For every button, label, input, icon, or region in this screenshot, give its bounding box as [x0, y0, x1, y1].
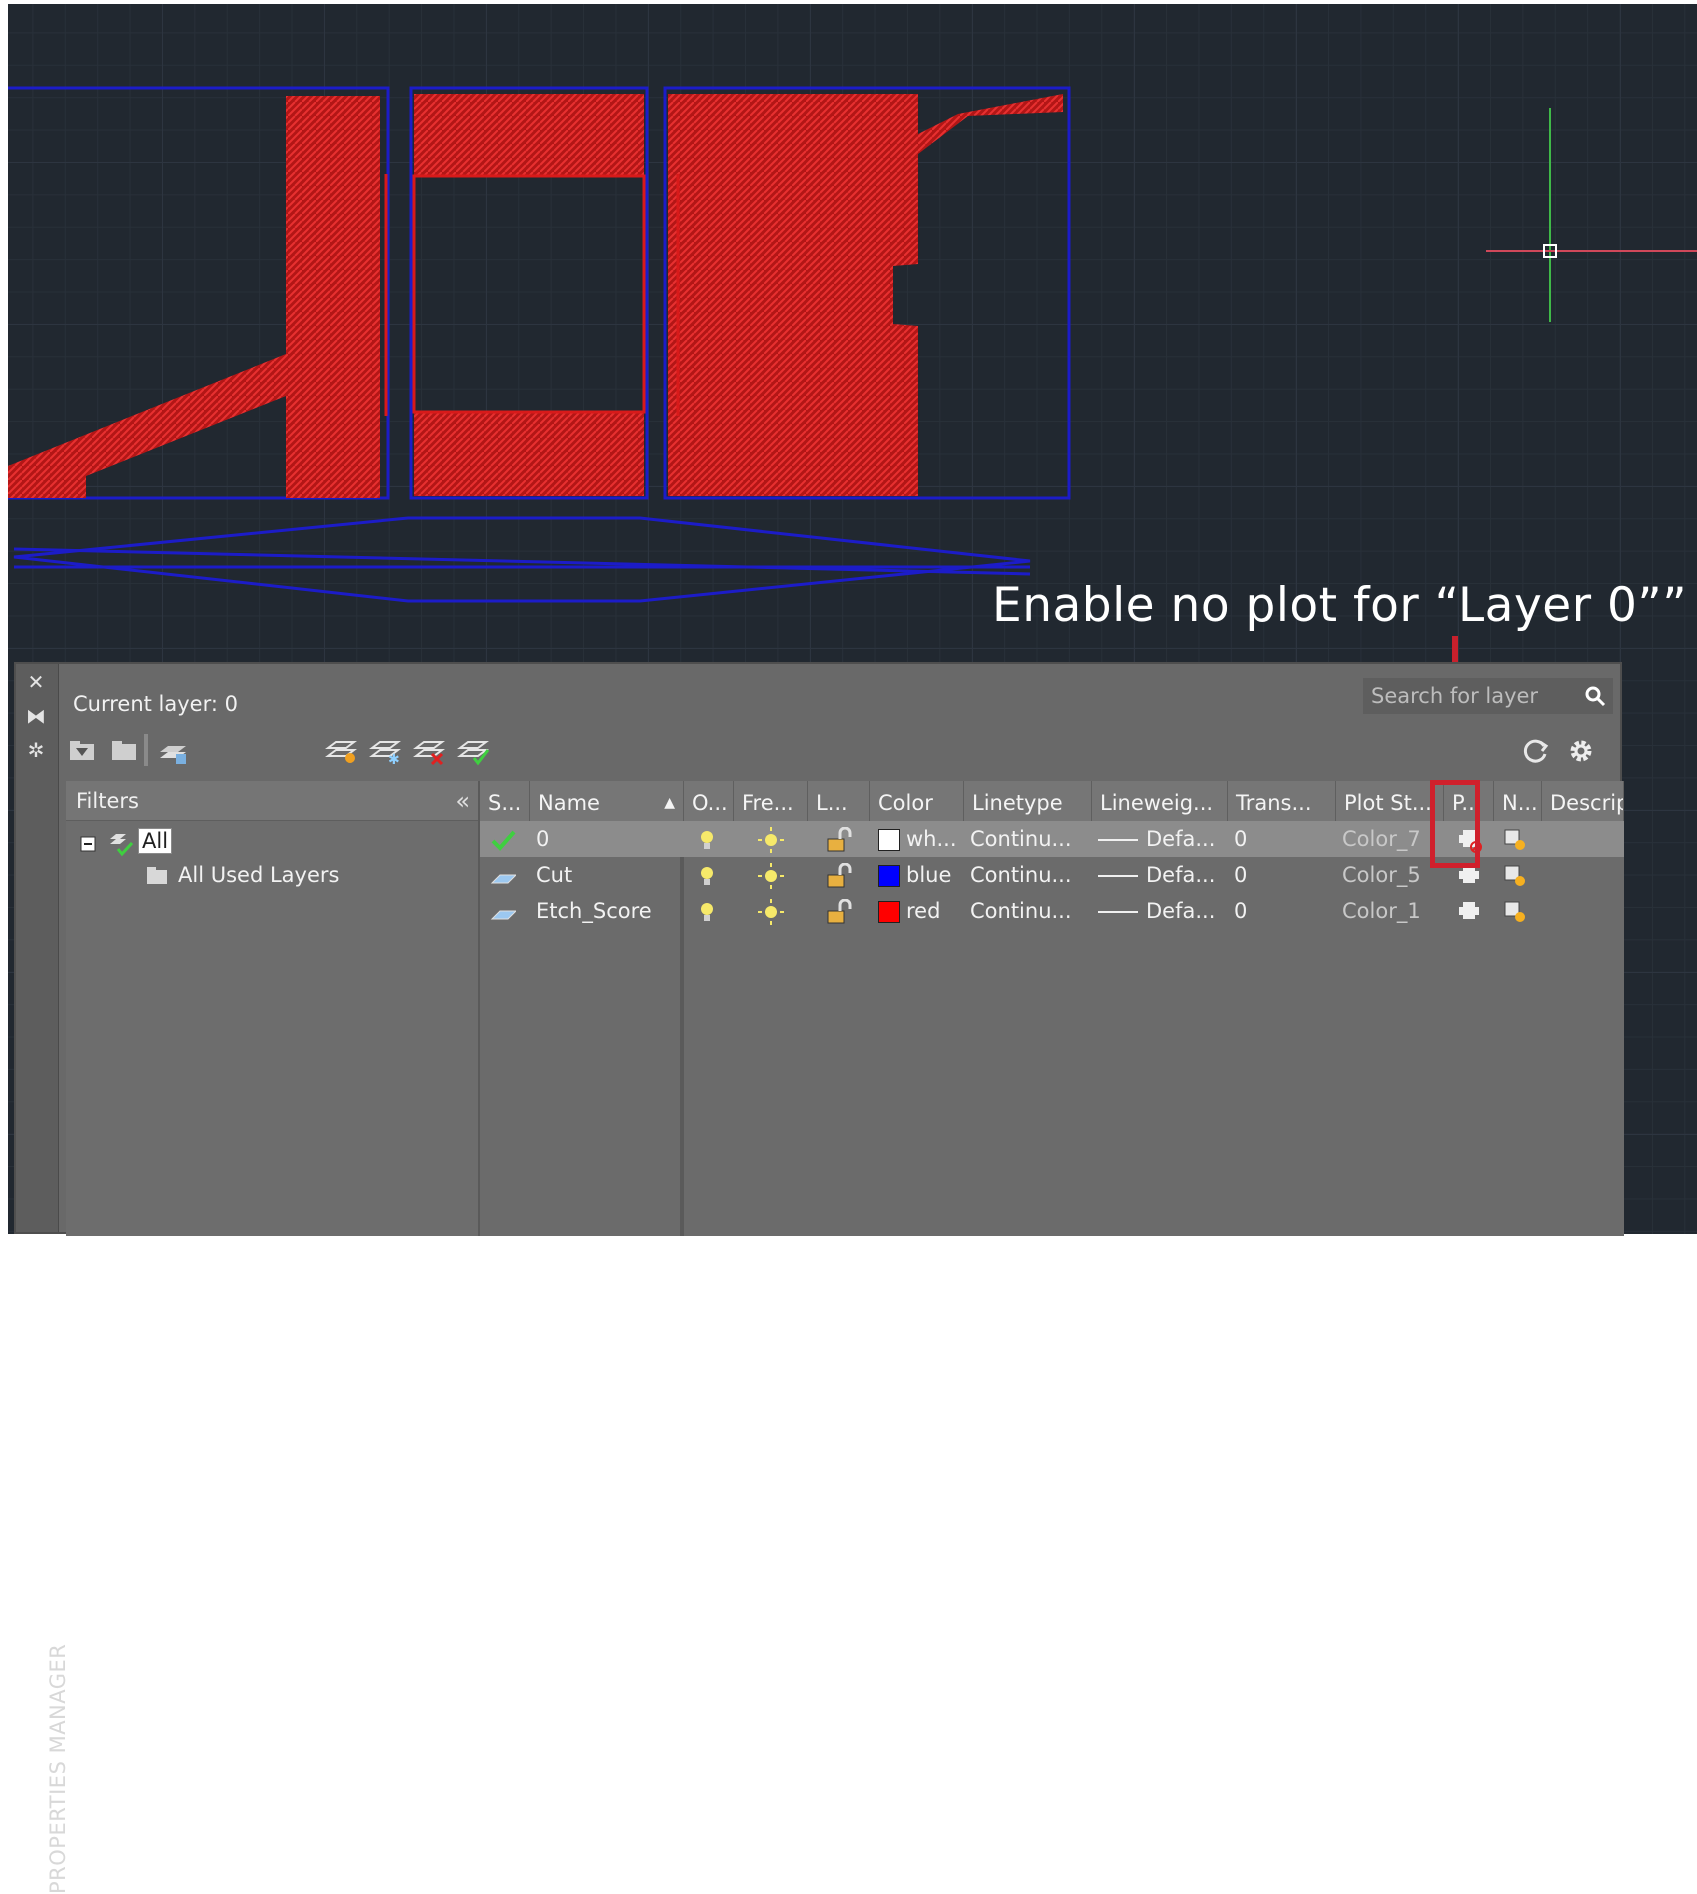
palette-title: PROPERTIES MANAGER	[46, 1643, 70, 1894]
linetype[interactable]: Continu...	[970, 821, 1072, 857]
color-swatch[interactable]	[878, 901, 900, 923]
color-swatch[interactable]	[878, 865, 900, 887]
col-header-linetype[interactable]: Linetype	[964, 781, 1092, 821]
new-vp-freeze-icon[interactable]	[1502, 899, 1528, 925]
plot-style: Color_1	[1342, 899, 1421, 923]
annotation-text: Enable no plot for “Layer 0””	[992, 578, 1688, 633]
lightbulb-icon[interactable]	[694, 899, 720, 925]
color-name[interactable]: wh...	[906, 821, 957, 857]
all-filter-icon	[108, 829, 136, 857]
col-header-description[interactable]: Descrip	[1542, 781, 1624, 821]
lineweight[interactable]: Defa...	[1146, 857, 1215, 893]
delete-layer-icon[interactable]	[412, 734, 446, 768]
plot-style: Color_7	[1342, 827, 1421, 851]
toolbar-divider	[144, 734, 148, 766]
lineweight-sample	[1098, 911, 1138, 913]
crosshair-cursor	[1486, 108, 1697, 322]
filters-header: Filters «	[66, 781, 478, 821]
new-vp-freeze-icon[interactable]	[1502, 827, 1528, 853]
unlock-icon[interactable]	[826, 863, 852, 889]
lineweight[interactable]: Defa...	[1146, 893, 1215, 929]
col-header-transparency[interactable]: Trans...	[1228, 781, 1336, 821]
printer-icon[interactable]	[1456, 899, 1482, 925]
col-header-status[interactable]: S...	[480, 781, 530, 821]
col-header-on[interactable]: O...	[684, 781, 734, 821]
col-header-name[interactable]: Name ▲	[530, 781, 684, 821]
sun-icon[interactable]	[758, 899, 784, 925]
new-layer-icon[interactable]	[324, 734, 358, 768]
transparency[interactable]: 0	[1234, 893, 1247, 929]
plot-style: Color_5	[1342, 863, 1421, 887]
search-placeholder: Search for layer	[1371, 684, 1539, 708]
tree-collapse-icon[interactable]	[80, 835, 100, 855]
new-property-filter-icon[interactable]	[66, 734, 100, 768]
lineweight[interactable]: Defa...	[1146, 821, 1215, 857]
layer-name[interactable]: 0	[536, 821, 549, 857]
new-layer-vp-frozen-icon[interactable]: ✱	[368, 734, 402, 768]
layer-name[interactable]: Etch_Score	[536, 893, 652, 929]
col-header-freeze[interactable]: Fre...	[734, 781, 808, 821]
current-checkmark-icon	[491, 830, 516, 851]
search-icon[interactable]	[1583, 684, 1607, 708]
layer-states-manager-icon[interactable]	[156, 734, 190, 768]
close-icon[interactable]: ✕	[24, 670, 48, 694]
refresh-icon[interactable]	[1518, 734, 1552, 768]
auto-hide-icon[interactable]: ⧓	[24, 704, 48, 728]
lightbulb-icon[interactable]	[694, 827, 720, 853]
collapse-filters-button[interactable]: «	[455, 781, 470, 821]
color-name[interactable]: red	[906, 893, 940, 929]
current-layer-label: Current layer: 0	[73, 692, 238, 716]
tree-item-all[interactable]: All	[138, 828, 173, 854]
layer-row-etch-score[interactable]: Etch_Score red Continu... Defa... 0 Colo…	[480, 893, 1624, 929]
lightbulb-icon[interactable]	[694, 863, 720, 889]
layer-parallelogram-icon	[490, 874, 516, 884]
col-header-new-vp-freeze[interactable]: N...	[1494, 781, 1542, 821]
search-input[interactable]: Search for layer	[1363, 678, 1613, 714]
col-header-plot-style[interactable]: Plot St...	[1336, 781, 1444, 821]
filters-pane: Filters « All All Used Layers	[66, 781, 480, 1236]
linetype[interactable]: Continu...	[970, 857, 1072, 893]
hatch-edges	[384, 174, 680, 416]
svg-text:✱: ✱	[388, 752, 400, 768]
new-group-filter-icon[interactable]	[108, 734, 142, 768]
hatch-regions	[8, 94, 1063, 498]
palette-side-strip: ✕ ⧓ ✲ PROPERTIES MANAGER	[16, 664, 70, 1894]
sort-ascending-icon: ▲	[664, 795, 675, 811]
plot-column-highlight	[1430, 780, 1480, 868]
new-vp-freeze-icon[interactable]	[1502, 863, 1528, 889]
lineweight-sample	[1098, 875, 1138, 877]
color-name[interactable]: blue	[906, 857, 951, 893]
linetype[interactable]: Continu...	[970, 893, 1072, 929]
tree-item-all-used-layers[interactable]: All Used Layers	[178, 863, 339, 887]
settings-gear-icon[interactable]	[1564, 734, 1598, 768]
col-header-lock[interactable]: L...	[808, 781, 870, 821]
sun-icon[interactable]	[758, 827, 784, 853]
sun-icon[interactable]	[758, 863, 784, 889]
tree-item-all-label: All	[138, 828, 173, 854]
col-header-color[interactable]: Color	[870, 781, 964, 821]
set-current-icon[interactable]	[456, 734, 490, 768]
unlock-icon[interactable]	[826, 899, 852, 925]
color-swatch[interactable]	[878, 829, 900, 851]
col-header-lineweight[interactable]: Lineweig...	[1092, 781, 1228, 821]
unlock-icon[interactable]	[826, 827, 852, 853]
layer-name[interactable]: Cut	[536, 857, 572, 893]
used-layers-filter-icon	[144, 863, 170, 889]
layer-properties-manager: ✕ ⧓ ✲ PROPERTIES MANAGER Current layer: …	[14, 662, 1624, 1894]
transparency[interactable]: 0	[1234, 857, 1247, 893]
filters-title: Filters	[76, 789, 139, 813]
layer-parallelogram-icon	[490, 910, 516, 920]
properties-gear-icon[interactable]: ✲	[24, 738, 48, 762]
col-header-name-label: Name	[538, 791, 600, 815]
transparency[interactable]: 0	[1234, 821, 1247, 857]
lineweight-sample	[1098, 839, 1138, 841]
